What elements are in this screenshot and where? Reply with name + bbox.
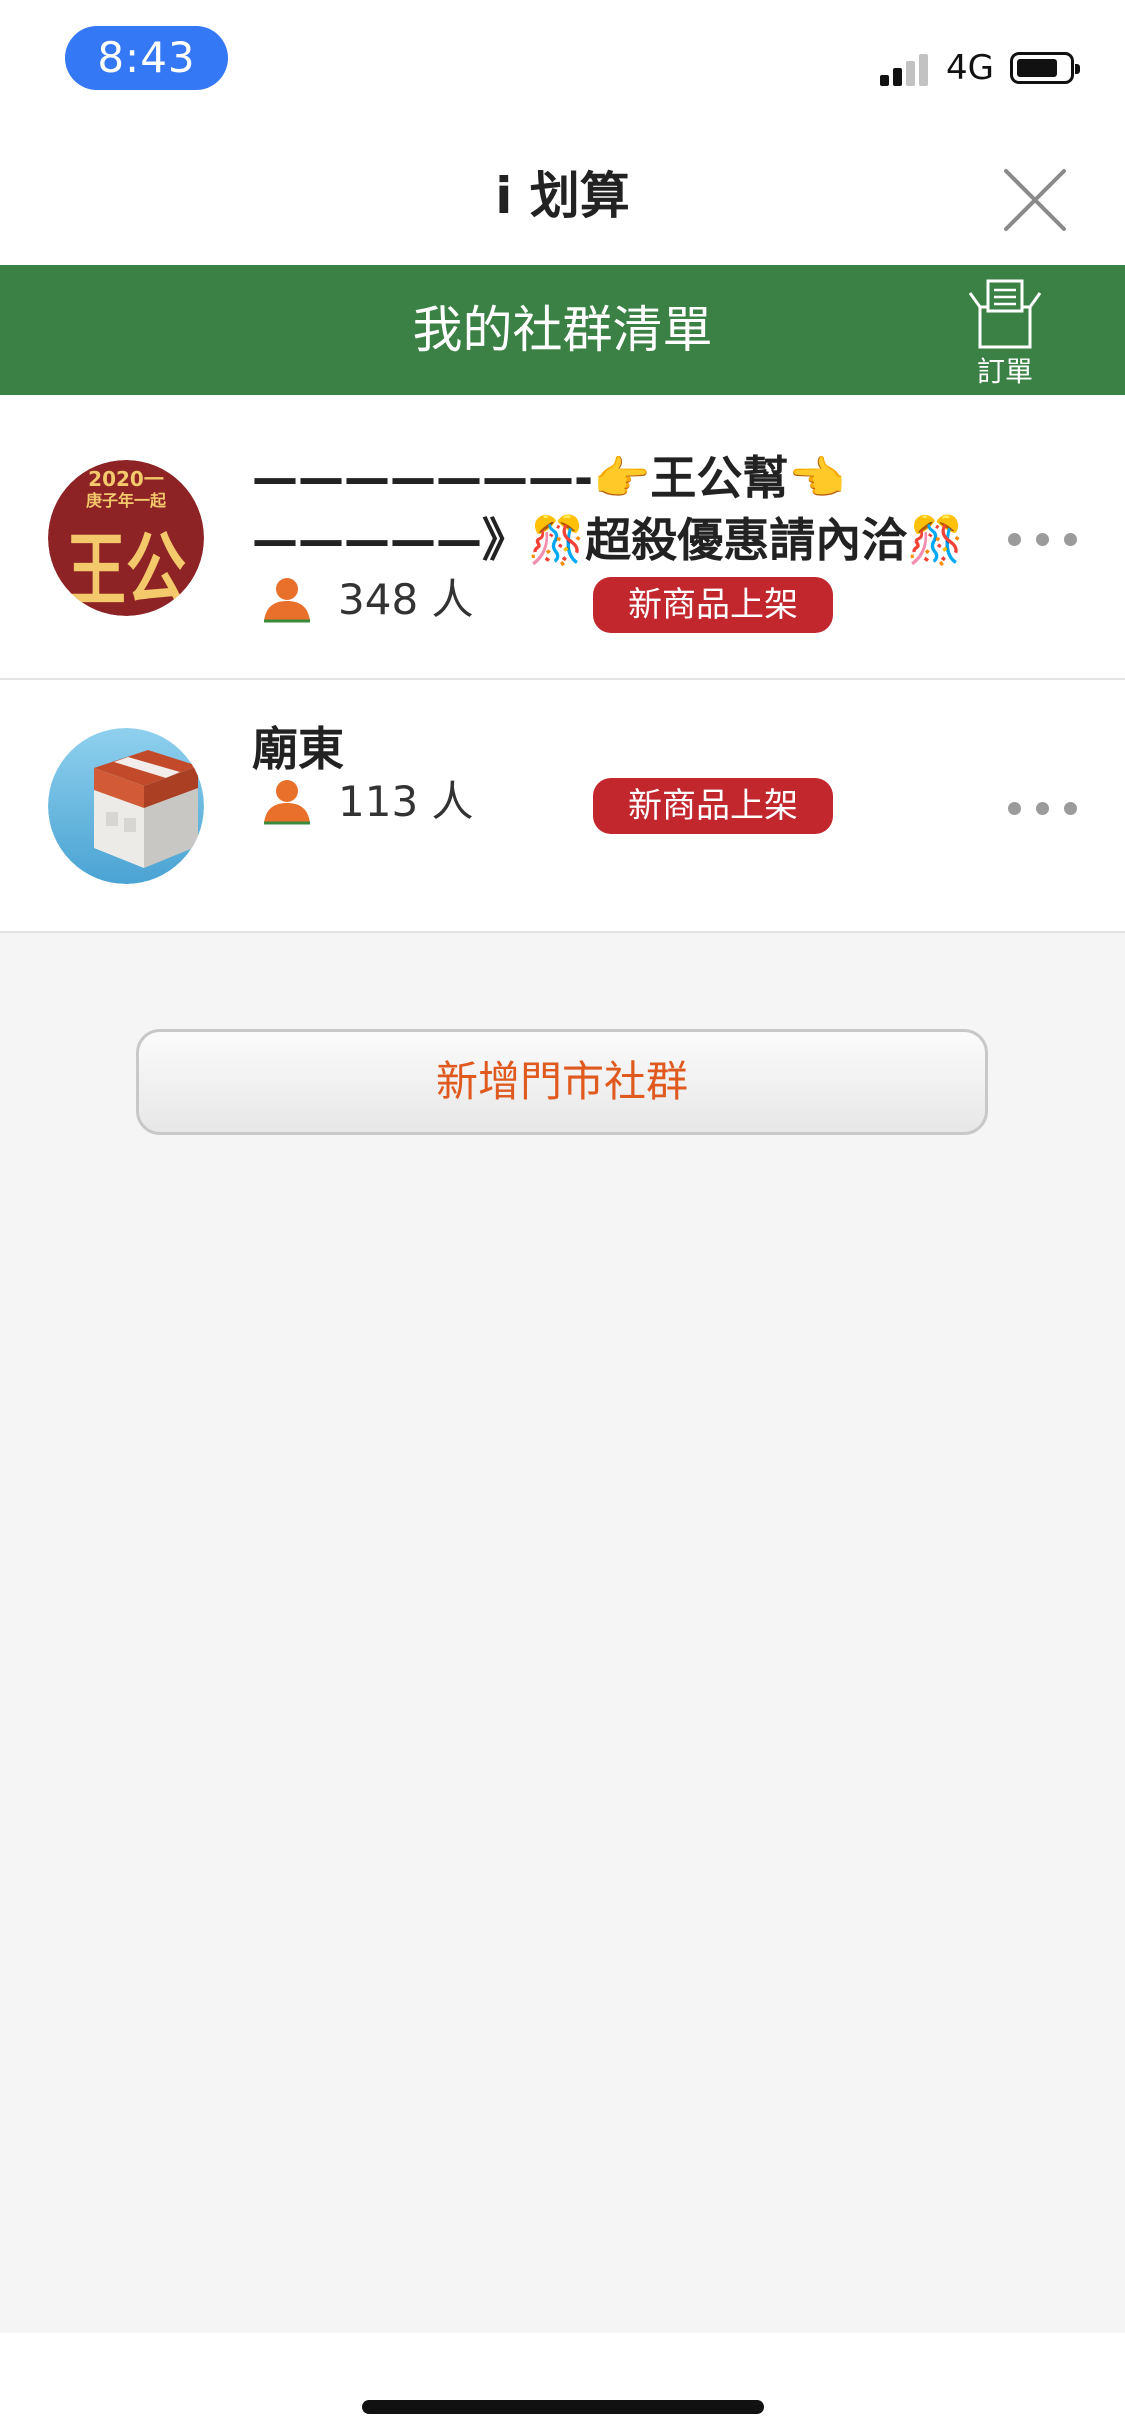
new-products-badge: 新商品上架 bbox=[593, 577, 833, 633]
group-item[interactable]: 2020一 庚子年一起 王公 ———————-👉王公幫👈—————》🎊超殺優惠請… bbox=[0, 395, 1125, 680]
group-name: ———————-👉王公幫👈—————》🎊超殺優惠請內洽🎊 bbox=[252, 451, 965, 567]
orders-label: 訂單 bbox=[976, 355, 1033, 388]
section-title: 我的社群清單 bbox=[412, 301, 713, 359]
person-icon bbox=[264, 578, 310, 623]
orders-button[interactable]: 訂單 bbox=[960, 275, 1050, 390]
member-count: 113 人 bbox=[338, 777, 474, 826]
group-list: 2020一 庚子年一起 王公 ———————-👉王公幫👈—————》🎊超殺優惠請… bbox=[0, 395, 1125, 933]
more-options-button[interactable] bbox=[1005, 788, 1080, 828]
more-options-button[interactable] bbox=[1005, 519, 1080, 559]
nav-bar: i 划算 bbox=[0, 130, 1125, 265]
page-title: i 划算 bbox=[495, 167, 630, 225]
bottom-bar bbox=[0, 2333, 1125, 2436]
group-item[interactable]: 廟東 113 人 新商品上架 bbox=[0, 680, 1125, 933]
close-icon bbox=[1004, 169, 1066, 231]
group-avatar bbox=[48, 728, 204, 884]
svg-text:2020一: 2020一 bbox=[88, 467, 164, 491]
group-name: 廟東 bbox=[252, 722, 344, 776]
orders-box-icon bbox=[968, 279, 1042, 349]
new-products-badge: 新商品上架 bbox=[593, 778, 833, 834]
home-indicator[interactable] bbox=[362, 2400, 764, 2414]
status-bar: 8:43 4G bbox=[0, 0, 1125, 130]
status-time: 8:43 bbox=[65, 26, 228, 90]
network-type: 4G bbox=[946, 48, 994, 88]
add-store-group-button[interactable]: 新增門市社群 bbox=[136, 1029, 988, 1135]
group-avatar: 2020一 庚子年一起 王公 bbox=[48, 460, 204, 616]
cellular-signal-icon bbox=[880, 54, 932, 86]
svg-text:王公: 王公 bbox=[66, 524, 186, 616]
battery-icon bbox=[1010, 52, 1080, 84]
close-button[interactable] bbox=[1000, 165, 1070, 235]
svg-text:庚子年一起: 庚子年一起 bbox=[86, 491, 167, 510]
person-icon bbox=[264, 780, 310, 825]
member-count: 348 人 bbox=[338, 575, 474, 624]
section-header: 我的社群清單 訂單 bbox=[0, 265, 1125, 395]
